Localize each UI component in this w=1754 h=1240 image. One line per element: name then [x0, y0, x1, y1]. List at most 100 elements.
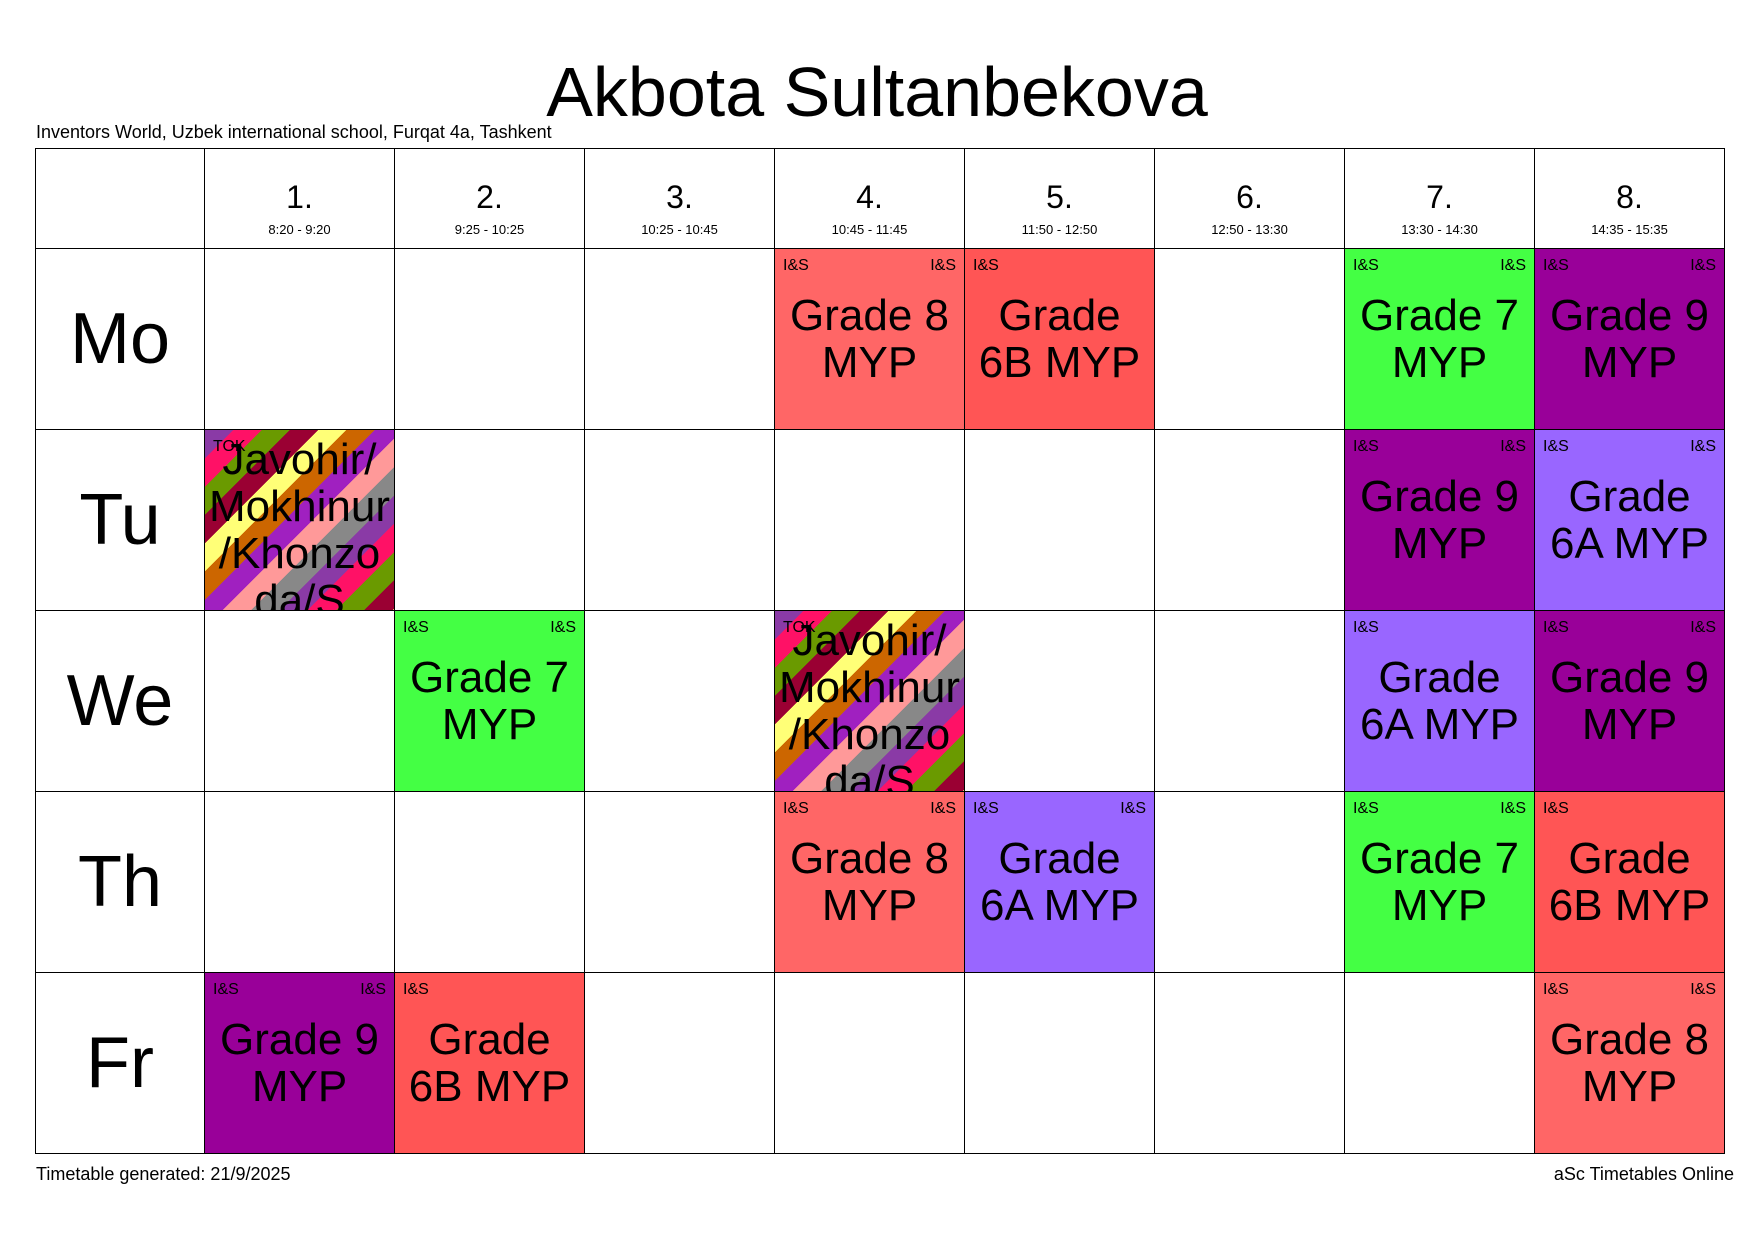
- subject-tag: I&S: [1543, 257, 1569, 274]
- period-header-2: 2. 9:25 - 10:25: [394, 148, 585, 249]
- empty-cell: [964, 429, 1155, 611]
- empty-cell: [584, 972, 775, 1154]
- lesson-card[interactable]: I&S I&S Grade 9 MYP: [1535, 249, 1724, 429]
- period-number: 5.: [1046, 179, 1073, 215]
- period-header-1: 1. 8:20 - 9:20: [204, 148, 395, 249]
- lesson-cell[interactable]: I&S I&S Grade 9 MYP: [1534, 248, 1725, 430]
- class-name: Javohir/Mokhinur/Khonzoda/S: [779, 616, 960, 792]
- class-name: Grade 7 MYP: [1360, 291, 1519, 387]
- lesson-card[interactable]: I&S I&S Grade 7 MYP: [395, 611, 584, 791]
- lesson-card[interactable]: I&S I&S Grade 8 MYP: [775, 249, 964, 429]
- lesson-cell[interactable]: I&S Grade 6B MYP: [964, 248, 1155, 430]
- empty-cell: [1154, 248, 1345, 430]
- day-label: Th: [35, 791, 205, 973]
- room-tag: I&S: [1690, 981, 1716, 998]
- period-number: 8.: [1616, 179, 1643, 215]
- lesson-cell[interactable]: I&S I&S Grade 9 MYP: [1344, 429, 1535, 611]
- lesson-cell[interactable]: I&S I&S Grade 9 MYP: [1534, 610, 1725, 792]
- lesson-card[interactable]: I&S I&S Grade 6A MYP: [1535, 430, 1724, 610]
- room-tag: I&S: [1120, 800, 1146, 817]
- corner-cell: [35, 148, 205, 249]
- period-header-4: 4. 10:45 - 11:45: [774, 148, 965, 249]
- empty-cell: [964, 610, 1155, 792]
- subject-tag: I&S: [1543, 800, 1569, 817]
- day-label: Tu: [35, 429, 205, 611]
- lesson-cell[interactable]: I&S I&S Grade 8 MYP: [774, 248, 965, 430]
- class-name: Grade 9 MYP: [220, 1015, 379, 1111]
- lesson-card[interactable]: I&S I&S Grade 9 MYP: [1345, 430, 1534, 610]
- lesson-cell[interactable]: I&S I&S Grade 7 MYP: [394, 610, 585, 792]
- empty-cell: [584, 791, 775, 973]
- lesson-card[interactable]: I&S I&S Grade 8 MYP: [1535, 973, 1724, 1153]
- class-name: Grade 6A MYP: [980, 834, 1139, 930]
- day-label: Fr: [35, 972, 205, 1154]
- lesson-cell[interactable]: I&S I&S Grade 9 MYP: [204, 972, 395, 1154]
- lesson-card[interactable]: I&S I&S Grade 8 MYP: [775, 792, 964, 972]
- lesson-card[interactable]: I&S Grade 6A MYP: [1345, 611, 1534, 791]
- empty-cell: [1154, 429, 1345, 611]
- lesson-card-multi[interactable]: TOK Javohir/Mokhinur/Khonzoda/S: [205, 430, 394, 610]
- empty-cell: [394, 791, 585, 973]
- lesson-card[interactable]: I&S I&S Grade 7 MYP: [1345, 249, 1534, 429]
- period-time: 11:50 - 12:50: [1021, 222, 1098, 237]
- empty-cell: [394, 429, 585, 611]
- room-tag: I&S: [930, 257, 956, 274]
- subject-tag: I&S: [403, 619, 429, 636]
- lesson-card[interactable]: I&S I&S Grade 9 MYP: [205, 973, 394, 1153]
- lesson-cell[interactable]: I&S Grade 6B MYP: [394, 972, 585, 1154]
- lesson-card[interactable]: I&S I&S Grade 7 MYP: [1345, 792, 1534, 972]
- lesson-card[interactable]: I&S Grade 6B MYP: [1535, 792, 1724, 972]
- subject-tag: I&S: [973, 257, 999, 274]
- lesson-cell[interactable]: I&S Grade 6A MYP: [1344, 610, 1535, 792]
- subject-tag: I&S: [1543, 981, 1569, 998]
- day-row-we: We I&S I&S Grade 7 MYP TOK Javohir/Mokhinur/K…: [35, 610, 1725, 792]
- class-name: Grade 9 MYP: [1550, 291, 1709, 387]
- generated-date: Timetable generated: 21/9/2025: [36, 1164, 291, 1184]
- room-tag: I&S: [1690, 619, 1716, 636]
- period-number: 4.: [856, 179, 883, 215]
- class-name: Grade 9 MYP: [1550, 653, 1709, 749]
- lesson-cell[interactable]: TOK Javohir/Mokhinur/Khonzoda/S: [774, 610, 965, 792]
- empty-cell: [204, 248, 395, 430]
- lesson-cell[interactable]: I&S I&S Grade 7 MYP: [1344, 791, 1535, 973]
- room-tag: I&S: [1500, 800, 1526, 817]
- class-name: Grade 6A MYP: [1360, 653, 1519, 749]
- lesson-cell[interactable]: I&S I&S Grade 6A MYP: [1534, 429, 1725, 611]
- class-name: Grade 6B MYP: [978, 291, 1141, 387]
- empty-cell: [204, 610, 395, 792]
- subject-tag: I&S: [973, 800, 999, 817]
- period-header-row: 1. 8:20 - 9:20 2. 9:25 - 10:25 3. 10:25 - 10:…: [35, 148, 1725, 249]
- lesson-cell[interactable]: I&S I&S Grade 7 MYP: [1344, 248, 1535, 430]
- lesson-card[interactable]: I&S Grade 6B MYP: [395, 973, 584, 1153]
- subject-tag: I&S: [403, 981, 429, 998]
- period-header-5: 5. 11:50 - 12:50: [964, 148, 1155, 249]
- period-number: 6.: [1236, 179, 1263, 215]
- empty-cell: [1154, 972, 1345, 1154]
- room-tag: I&S: [360, 981, 386, 998]
- empty-cell: [774, 429, 965, 611]
- empty-cell: [774, 972, 965, 1154]
- lesson-cell[interactable]: I&S I&S Grade 8 MYP: [774, 791, 965, 973]
- period-time: 10:45 - 11:45: [831, 222, 908, 237]
- lesson-cell[interactable]: I&S Grade 6B MYP: [1534, 791, 1725, 973]
- empty-cell: [1154, 791, 1345, 973]
- subject-tag: I&S: [783, 257, 809, 274]
- class-name: Grade 8 MYP: [1550, 1015, 1709, 1111]
- lesson-cell[interactable]: I&S I&S Grade 6A MYP: [964, 791, 1155, 973]
- empty-cell: [584, 429, 775, 611]
- lesson-cell[interactable]: I&S I&S Grade 8 MYP: [1534, 972, 1725, 1154]
- lesson-card[interactable]: I&S Grade 6B MYP: [965, 249, 1154, 429]
- class-name: Grade 6B MYP: [408, 1015, 571, 1111]
- class-name: Grade 9 MYP: [1360, 472, 1519, 568]
- lesson-cell[interactable]: TOK Javohir/Mokhinur/Khonzoda/S: [204, 429, 395, 611]
- lesson-card-multi[interactable]: TOK Javohir/Mokhinur/Khonzoda/S: [775, 611, 964, 791]
- school-info: Inventors World, Uzbek international sch…: [36, 122, 552, 142]
- subject-tag: I&S: [1353, 619, 1379, 636]
- timetable-grid: 1. 8:20 - 9:20 2. 9:25 - 10:25 3. 10:25 - 10:…: [35, 148, 1725, 1154]
- class-name: Javohir/Mokhinur/Khonzoda/S: [209, 435, 390, 611]
- lesson-card[interactable]: I&S I&S Grade 6A MYP: [965, 792, 1154, 972]
- class-name: Grade 8 MYP: [790, 834, 949, 930]
- class-name: Grade 7 MYP: [410, 653, 569, 749]
- period-time: 14:35 - 15:35: [1591, 222, 1668, 237]
- lesson-card[interactable]: I&S I&S Grade 9 MYP: [1535, 611, 1724, 791]
